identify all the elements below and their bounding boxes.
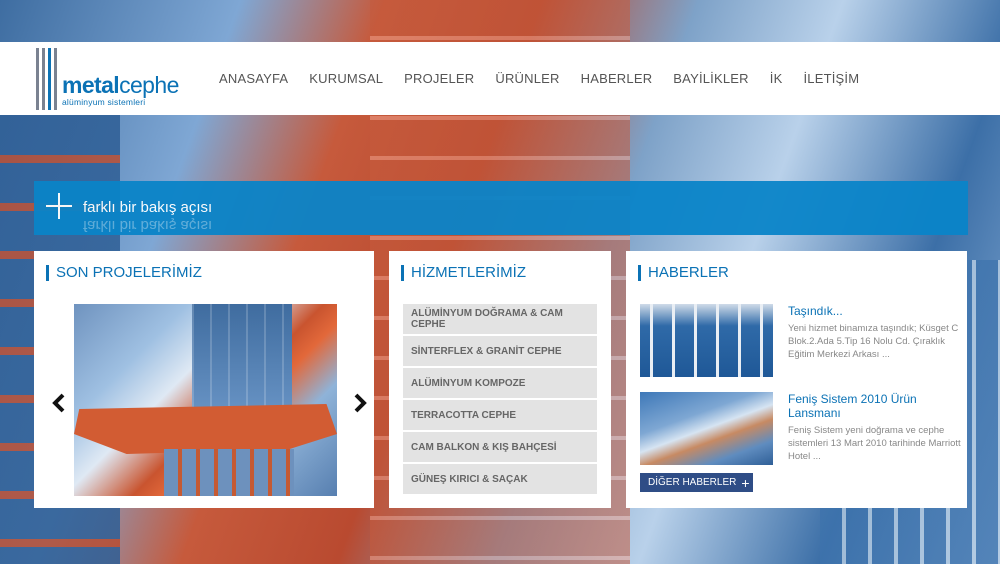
news-item-body: Yeni hizmet binamıza taşındık; Küsget C … <box>788 323 959 360</box>
service-item-gunes-kirici[interactable]: GÜNEŞ KIRICI & SAÇAK <box>403 464 597 496</box>
more-news-button[interactable]: DİĞER HABERLER + <box>640 473 753 492</box>
nav-bayilikler[interactable]: BAYİLİKLER <box>673 71 748 86</box>
service-item-aluminyum-dograma[interactable]: ALÜMİNYUM DOĞRAMA & CAM CEPHE <box>403 304 597 336</box>
nav-ik[interactable]: İK <box>770 71 783 86</box>
service-item-cam-balkon[interactable]: CAM BALKON & KIŞ BAHÇESİ <box>403 432 597 464</box>
nav-iletisim[interactable]: İLETİŞİM <box>803 71 859 86</box>
main-nav: ANASAYFA KURUMSAL PROJELER ÜRÜNLER HABER… <box>219 42 880 115</box>
news-item-title[interactable]: Taşındık... <box>788 304 963 318</box>
site-header: metalcephe alüminyum sistemleri ANASAYFA… <box>0 42 1000 115</box>
slogan-banner: farklı bir bakış açısı farklı bir bakış … <box>34 181 968 235</box>
more-news-label: DİĞER HABERLER <box>648 477 737 488</box>
services-title: HİZMETLERİMİZ <box>401 265 526 281</box>
nav-projeler[interactable]: PROJELER <box>404 71 474 86</box>
news-thumbnail[interactable] <box>640 304 773 377</box>
logo-second: cephe <box>119 72 179 98</box>
service-item-terracotta[interactable]: TERRACOTTA CEPHE <box>403 400 597 432</box>
nav-haberler[interactable]: HABERLER <box>581 71 653 86</box>
plus-icon <box>46 193 72 219</box>
nav-urunler[interactable]: ÜRÜNLER <box>495 71 559 86</box>
news-item-body: Feniş Sistem yeni doğrama ve cephe siste… <box>788 425 961 462</box>
plus-icon: + <box>741 474 750 491</box>
banner-text-reflection: farklı bir bakış açısı <box>83 217 213 234</box>
news-title: HABERLER <box>638 265 729 281</box>
banner-text: farklı bir bakış açısı <box>83 199 213 216</box>
logo-tagline: alüminyum sistemleri <box>62 97 146 107</box>
projects-panel: SON PROJELERİMİZ <box>34 251 374 508</box>
services-panel: HİZMETLERİMİZ ALÜMİNYUM DOĞRAMA & CAM CE… <box>389 251 611 508</box>
service-item-sinterflex[interactable]: SİNTERFLEX & GRANİT CEPHE <box>403 336 597 368</box>
nav-anasayfa[interactable]: ANASAYFA <box>219 71 288 86</box>
service-item-aluminyum-kompoze[interactable]: ALÜMİNYUM KOMPOZE <box>403 368 597 400</box>
news-item: Feniş Sistem 2010 Ürün Lansmanı Feniş Si… <box>640 392 963 467</box>
news-panel: HABERLER Taşındık... Yeni hizmet binamız… <box>626 251 967 508</box>
logo-wordmark: metalcephe <box>62 72 179 99</box>
logo-main: metal <box>62 72 120 98</box>
news-item-title[interactable]: Feniş Sistem 2010 Ürün Lansmanı <box>788 392 963 420</box>
news-thumbnail[interactable] <box>640 392 773 465</box>
projects-title: SON PROJELERİMİZ <box>46 265 202 281</box>
slider-prev-arrow-icon[interactable] <box>51 393 67 413</box>
slider-next-arrow-icon[interactable] <box>352 393 368 413</box>
nav-kurumsal[interactable]: KURUMSAL <box>309 71 383 86</box>
project-slide-image[interactable] <box>74 304 337 496</box>
site-logo[interactable]: metalcephe alüminyum sistemleri <box>34 42 194 115</box>
services-list: ALÜMİNYUM DOĞRAMA & CAM CEPHE SİNTERFLEX… <box>403 304 597 496</box>
news-item: Taşındık... Yeni hizmet binamıza taşındı… <box>640 304 960 379</box>
